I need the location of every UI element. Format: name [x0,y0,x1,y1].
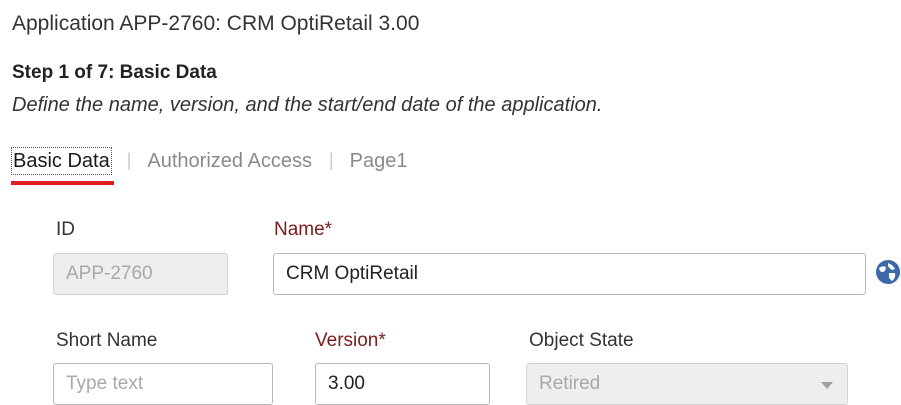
short-name-label: Short Name [56,330,158,351]
tab-page1[interactable]: Page1 [349,148,409,174]
tab-separator: | [328,150,334,170]
version-label: Version* [315,330,386,351]
app-title: Application APP-2760: CRM OptiRetail 3.0… [12,12,420,35]
tab-bar: Basic Data | Authorized Access | Page1 [11,147,409,185]
object-state-value: Retired [539,373,601,394]
version-input[interactable]: 3.00 [315,363,490,405]
object-state-label: Object State [529,330,634,351]
globe-translate-icon[interactable] [873,257,901,287]
step-title: Step 1 of 7: Basic Data [12,62,217,83]
step-description: Define the name, version, and the start/… [12,94,603,116]
id-label: ID [56,219,75,240]
chevron-down-icon [821,382,833,389]
name-label: Name* [274,219,333,240]
name-input[interactable]: CRM OptiRetail [273,253,866,295]
object-state-select: Retired [526,363,848,405]
tab-separator: | [126,150,132,170]
short-name-input[interactable]: Type text [53,363,273,405]
id-field: APP-2760 [53,253,228,295]
tab-authorized-access[interactable]: Authorized Access [146,148,313,174]
tab-basic-data[interactable]: Basic Data [11,147,114,185]
